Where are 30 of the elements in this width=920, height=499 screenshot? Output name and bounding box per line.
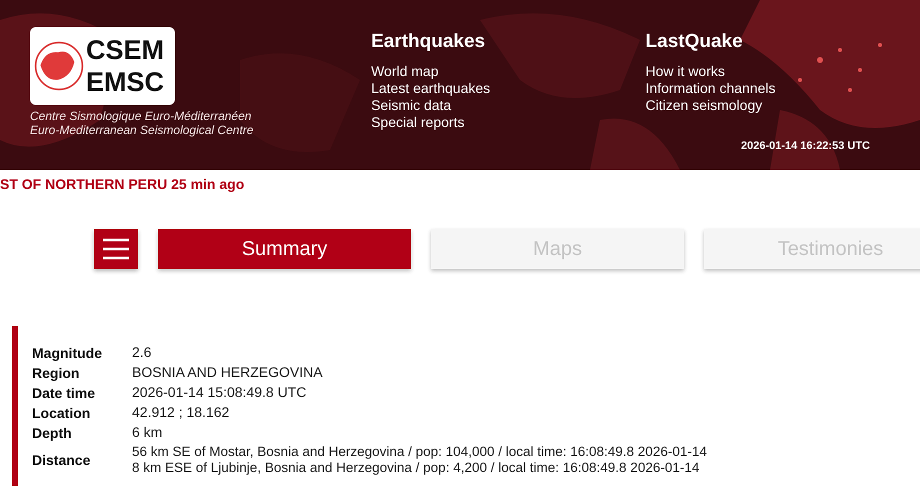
detail-value: 42.912 ; 18.162 bbox=[132, 404, 230, 421]
menu-title: LastQuake bbox=[646, 31, 744, 53]
detail-value: 6 km bbox=[132, 424, 164, 441]
detail-value: 56 km SE of Mostar, Bosnia and Herzegovina / pop: 104,000 / local time: 16:08:49.8 2026-01-14 bbox=[132, 444, 707, 460]
detail-value: BOSNIA AND HERZEGOVINA bbox=[132, 364, 324, 381]
detail-label: Region bbox=[32, 364, 80, 380]
logo[interactable]: CSEM EMSC bbox=[30, 27, 175, 105]
detail-label: Location bbox=[32, 404, 92, 420]
clock: 2026-01-14 16:22:53 UTC bbox=[740, 140, 870, 152]
organization-name: Centre Sismologique Euro-Méditerranéen bbox=[30, 109, 252, 123]
logo-text: CSEM bbox=[86, 34, 164, 66]
latest-quake-ticker[interactable]: ST OF NORTHERN PERU 25 min ago bbox=[0, 176, 244, 192]
menu-link[interactable]: Special reports bbox=[371, 114, 464, 131]
menu-link[interactable]: World map bbox=[371, 63, 439, 80]
organization-name: Euro-Mediterranean Seismological Centre bbox=[30, 123, 254, 137]
detail-label: Distance bbox=[32, 452, 92, 468]
detail-value: 2026-01-14 15:08:49.8 UTC bbox=[132, 384, 308, 401]
menu-link[interactable]: Latest earthquakes bbox=[371, 80, 490, 97]
detail-label: Magnitude bbox=[32, 344, 103, 360]
detail-label: Depth bbox=[32, 424, 73, 440]
detail-value: 8 km ESE of Ljubinje, Bosnia and Herzegovina / pop: 4,200 / local time: 16:08:49.8 2026-01-14 bbox=[132, 460, 700, 476]
menu-link[interactable]: Information channels bbox=[646, 80, 776, 97]
menu-title: Earthquakes bbox=[371, 31, 486, 53]
menu-link[interactable]: How it works bbox=[646, 63, 725, 80]
logo-text: EMSC bbox=[86, 66, 164, 98]
menu-link[interactable]: Seismic data bbox=[371, 97, 452, 114]
detail-value: 2.6 bbox=[132, 344, 152, 361]
tab[interactable]: Summary bbox=[158, 229, 411, 269]
detail-label: Date time bbox=[32, 384, 96, 400]
menu-link[interactable]: Citizen seismology bbox=[646, 97, 762, 114]
